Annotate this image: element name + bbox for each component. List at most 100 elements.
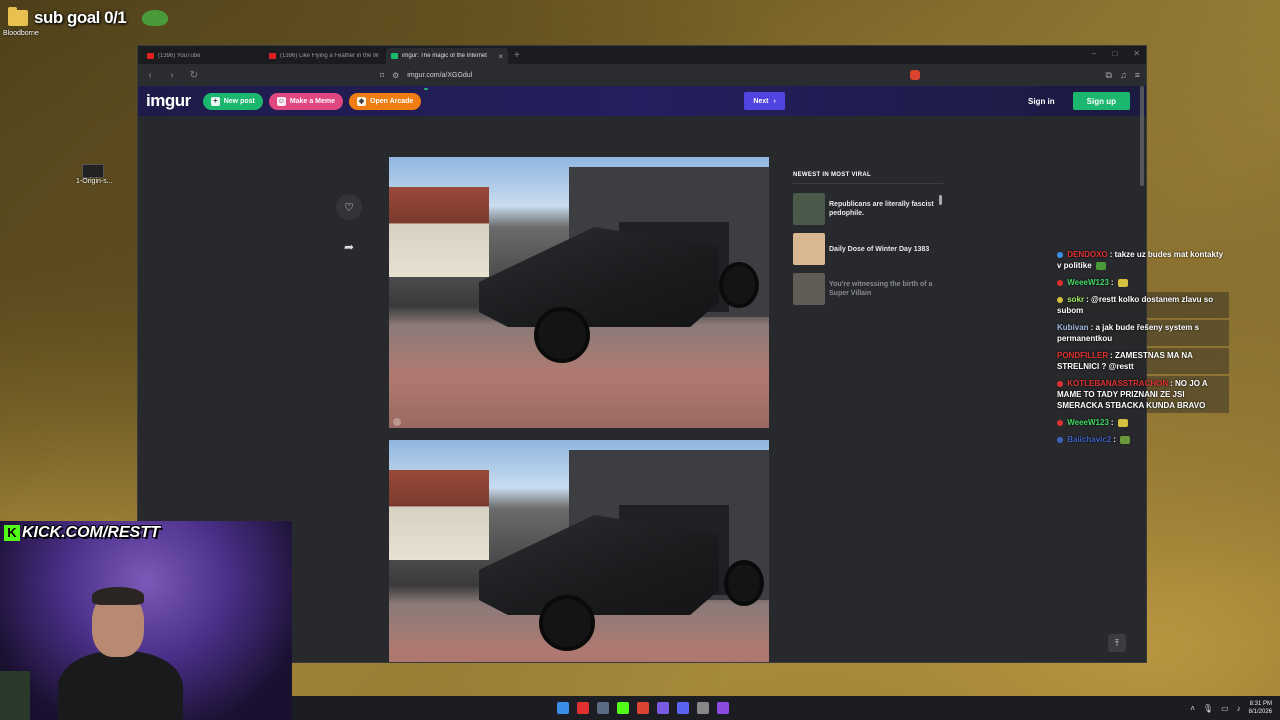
viral-item[interactable]: You're witnessing the birth of a Super V… bbox=[793, 272, 943, 306]
stream-chat: DENDOXO: takze uz budes mat kontakty v p… bbox=[1054, 247, 1229, 449]
house-graphic bbox=[389, 187, 489, 277]
imgur-logo[interactable]: imgur bbox=[146, 91, 191, 111]
viral-item-title[interactable]: You're witnessing the birth of a Super V… bbox=[829, 280, 943, 298]
share-arrow-icon[interactable]: ➦ bbox=[344, 240, 354, 254]
discord-icon[interactable] bbox=[677, 702, 689, 714]
app-icon[interactable] bbox=[577, 702, 589, 714]
desktop-app-icon[interactable] bbox=[82, 164, 104, 178]
bookmark-icon[interactable]: ⌑ bbox=[380, 71, 384, 80]
monster-can-graphic bbox=[0, 671, 30, 720]
post-image[interactable] bbox=[389, 157, 769, 428]
new-post-label: New post bbox=[223, 97, 255, 105]
close-window-icon[interactable]: ✕ bbox=[1133, 49, 1140, 58]
chat-message: Baiichavic2: bbox=[1054, 432, 1229, 447]
window-controls: – □ ✕ bbox=[1092, 49, 1140, 58]
clock-date: 8/1/2026 bbox=[1248, 709, 1272, 715]
chat-username: DENDOXO bbox=[1067, 250, 1108, 259]
viral-heading: NEWEST IN MOST VIRAL bbox=[793, 172, 943, 184]
chat-username: Kubivan bbox=[1057, 323, 1089, 332]
chat-message: KOTLEBANASSTRACHON: NO JO A MAME TO TADY… bbox=[1054, 376, 1229, 413]
taskbar-icons bbox=[557, 702, 729, 714]
viral-item[interactable]: Republicans are literally fascist pedoph… bbox=[793, 192, 943, 226]
app-icon[interactable] bbox=[597, 702, 609, 714]
kick-banner: K KICK.COM/RESTT bbox=[0, 523, 164, 543]
brave-browser-icon[interactable] bbox=[637, 702, 649, 714]
microphone-icon[interactable]: 🎙 bbox=[1203, 704, 1213, 713]
chat-message: PONDFILLER: ZAMESTNAS MA NA STRELNICI ? … bbox=[1054, 348, 1229, 374]
app-icon[interactable] bbox=[717, 702, 729, 714]
media-icon[interactable]: ♫ bbox=[1120, 70, 1127, 81]
desktop-app-label[interactable]: 1-Origin-s... bbox=[76, 178, 113, 185]
extensions-icon[interactable]: ⧉ bbox=[1106, 70, 1112, 81]
kick-app-icon[interactable] bbox=[617, 702, 629, 714]
tab-youtube-2[interactable]: (1396) Like Flying a Feather in the W bbox=[264, 48, 386, 64]
streamer-body bbox=[58, 651, 183, 720]
sub-goal-text: sub goal 0/1 bbox=[34, 8, 127, 27]
viral-thumbnail[interactable] bbox=[793, 273, 825, 305]
viral-thumbnail[interactable] bbox=[793, 193, 825, 225]
badge-icon bbox=[1057, 251, 1063, 258]
emote-icon bbox=[1120, 435, 1131, 444]
webcam-feed bbox=[0, 521, 292, 720]
app-icon[interactable] bbox=[657, 702, 669, 714]
page-scrollbar[interactable] bbox=[1140, 86, 1144, 186]
site-settings-icon[interactable]: ⚙ bbox=[392, 71, 399, 80]
meme-icon: ☺ bbox=[276, 96, 286, 106]
windows-start-icon[interactable] bbox=[557, 702, 569, 714]
maximize-icon[interactable]: □ bbox=[1112, 49, 1117, 58]
toolbar-right: ⧉ ♫ ≡ bbox=[1106, 70, 1140, 81]
viral-item-title[interactable]: Daily Dose of Winter Day 1383 bbox=[829, 245, 929, 254]
clock[interactable]: 8:31 PM 8/1/2026 bbox=[1249, 700, 1272, 716]
streamer-hair bbox=[92, 587, 144, 605]
new-tab-icon[interactable]: + bbox=[508, 48, 526, 64]
sign-in-link[interactable]: Sign in bbox=[1028, 97, 1055, 106]
sub-goal-overlay: sub goal 0/1 bbox=[8, 7, 169, 28]
minimize-icon[interactable]: – bbox=[1092, 49, 1096, 58]
url-text[interactable]: imgur.com/a/XGGdul bbox=[407, 72, 472, 79]
next-button[interactable]: Next › bbox=[744, 92, 785, 110]
tab-youtube-1[interactable]: (1396) YouTube bbox=[142, 48, 264, 64]
clock-time: 8:31 PM bbox=[1249, 701, 1272, 707]
folder-icon[interactable] bbox=[8, 7, 28, 26]
chat-message: Kubivan: a jak bude řešeny system s perm… bbox=[1054, 320, 1229, 346]
new-post-button[interactable]: + New post bbox=[202, 92, 263, 110]
arcade-badge bbox=[424, 87, 429, 90]
back-icon[interactable]: ‹ bbox=[144, 70, 156, 81]
viral-item-title[interactable]: Republicans are literally fascist pedoph… bbox=[829, 200, 943, 218]
tray-chevron-icon[interactable]: ˄ bbox=[1190, 704, 1195, 713]
image-info-icon[interactable] bbox=[393, 418, 401, 426]
emote-icon bbox=[1117, 418, 1128, 427]
frog-emote-icon bbox=[142, 10, 169, 26]
address-bar: ‹ › ↻ ⌑ ⚙ imgur.com/a/XGGdul ⧉ ♫ ≡ bbox=[138, 64, 1146, 86]
scroll-to-top-icon[interactable]: ⤒ bbox=[1108, 634, 1126, 652]
sign-up-button[interactable]: Sign up bbox=[1072, 92, 1130, 110]
favorite-heart-icon[interactable]: ♡ bbox=[336, 194, 362, 220]
brave-shield-icon[interactable] bbox=[910, 70, 921, 80]
open-arcade-label: Open Arcade bbox=[370, 97, 414, 105]
viral-scroll-handle[interactable] bbox=[939, 195, 942, 205]
chat-username: sokr bbox=[1067, 295, 1085, 304]
network-icon[interactable]: ▭ bbox=[1221, 704, 1229, 713]
reload-icon[interactable]: ↻ bbox=[188, 70, 200, 81]
obs-icon[interactable] bbox=[697, 702, 709, 714]
viral-thumbnail[interactable] bbox=[793, 233, 825, 265]
folder-label[interactable]: Bloodborne bbox=[3, 30, 39, 37]
tab-title: imgur: The magic of the Internet bbox=[402, 53, 487, 59]
chat-username: WeeeW123 bbox=[1067, 278, 1109, 287]
wheel-graphic bbox=[719, 262, 759, 308]
open-arcade-button[interactable]: ◈ Open Arcade bbox=[349, 87, 429, 110]
menu-icon[interactable]: ≡ bbox=[1135, 70, 1140, 81]
close-tab-icon[interactable]: × bbox=[498, 52, 503, 61]
tab-imgur[interactable]: imgur: The magic of the Internet × bbox=[386, 48, 508, 64]
url-field[interactable]: ⌑ ⚙ imgur.com/a/XGGdul bbox=[210, 67, 1096, 83]
post-image[interactable] bbox=[389, 440, 769, 662]
viral-item[interactable]: Daily Dose of Winter Day 1383 bbox=[793, 232, 943, 266]
volume-icon[interactable]: ♪ bbox=[1237, 704, 1241, 713]
tab-title: (1396) YouTube bbox=[158, 53, 201, 59]
forward-icon[interactable]: › bbox=[166, 70, 178, 81]
tab-bar: (1396) YouTube (1396) Like Flying a Feat… bbox=[138, 46, 1146, 64]
newest-viral-sidebar: NEWEST IN MOST VIRAL Republicans are lit… bbox=[793, 172, 943, 312]
make-meme-button[interactable]: ☺ Make a Meme bbox=[268, 92, 343, 110]
badge-icon bbox=[1057, 380, 1063, 387]
chat-username: PONDFILLER bbox=[1057, 351, 1109, 360]
